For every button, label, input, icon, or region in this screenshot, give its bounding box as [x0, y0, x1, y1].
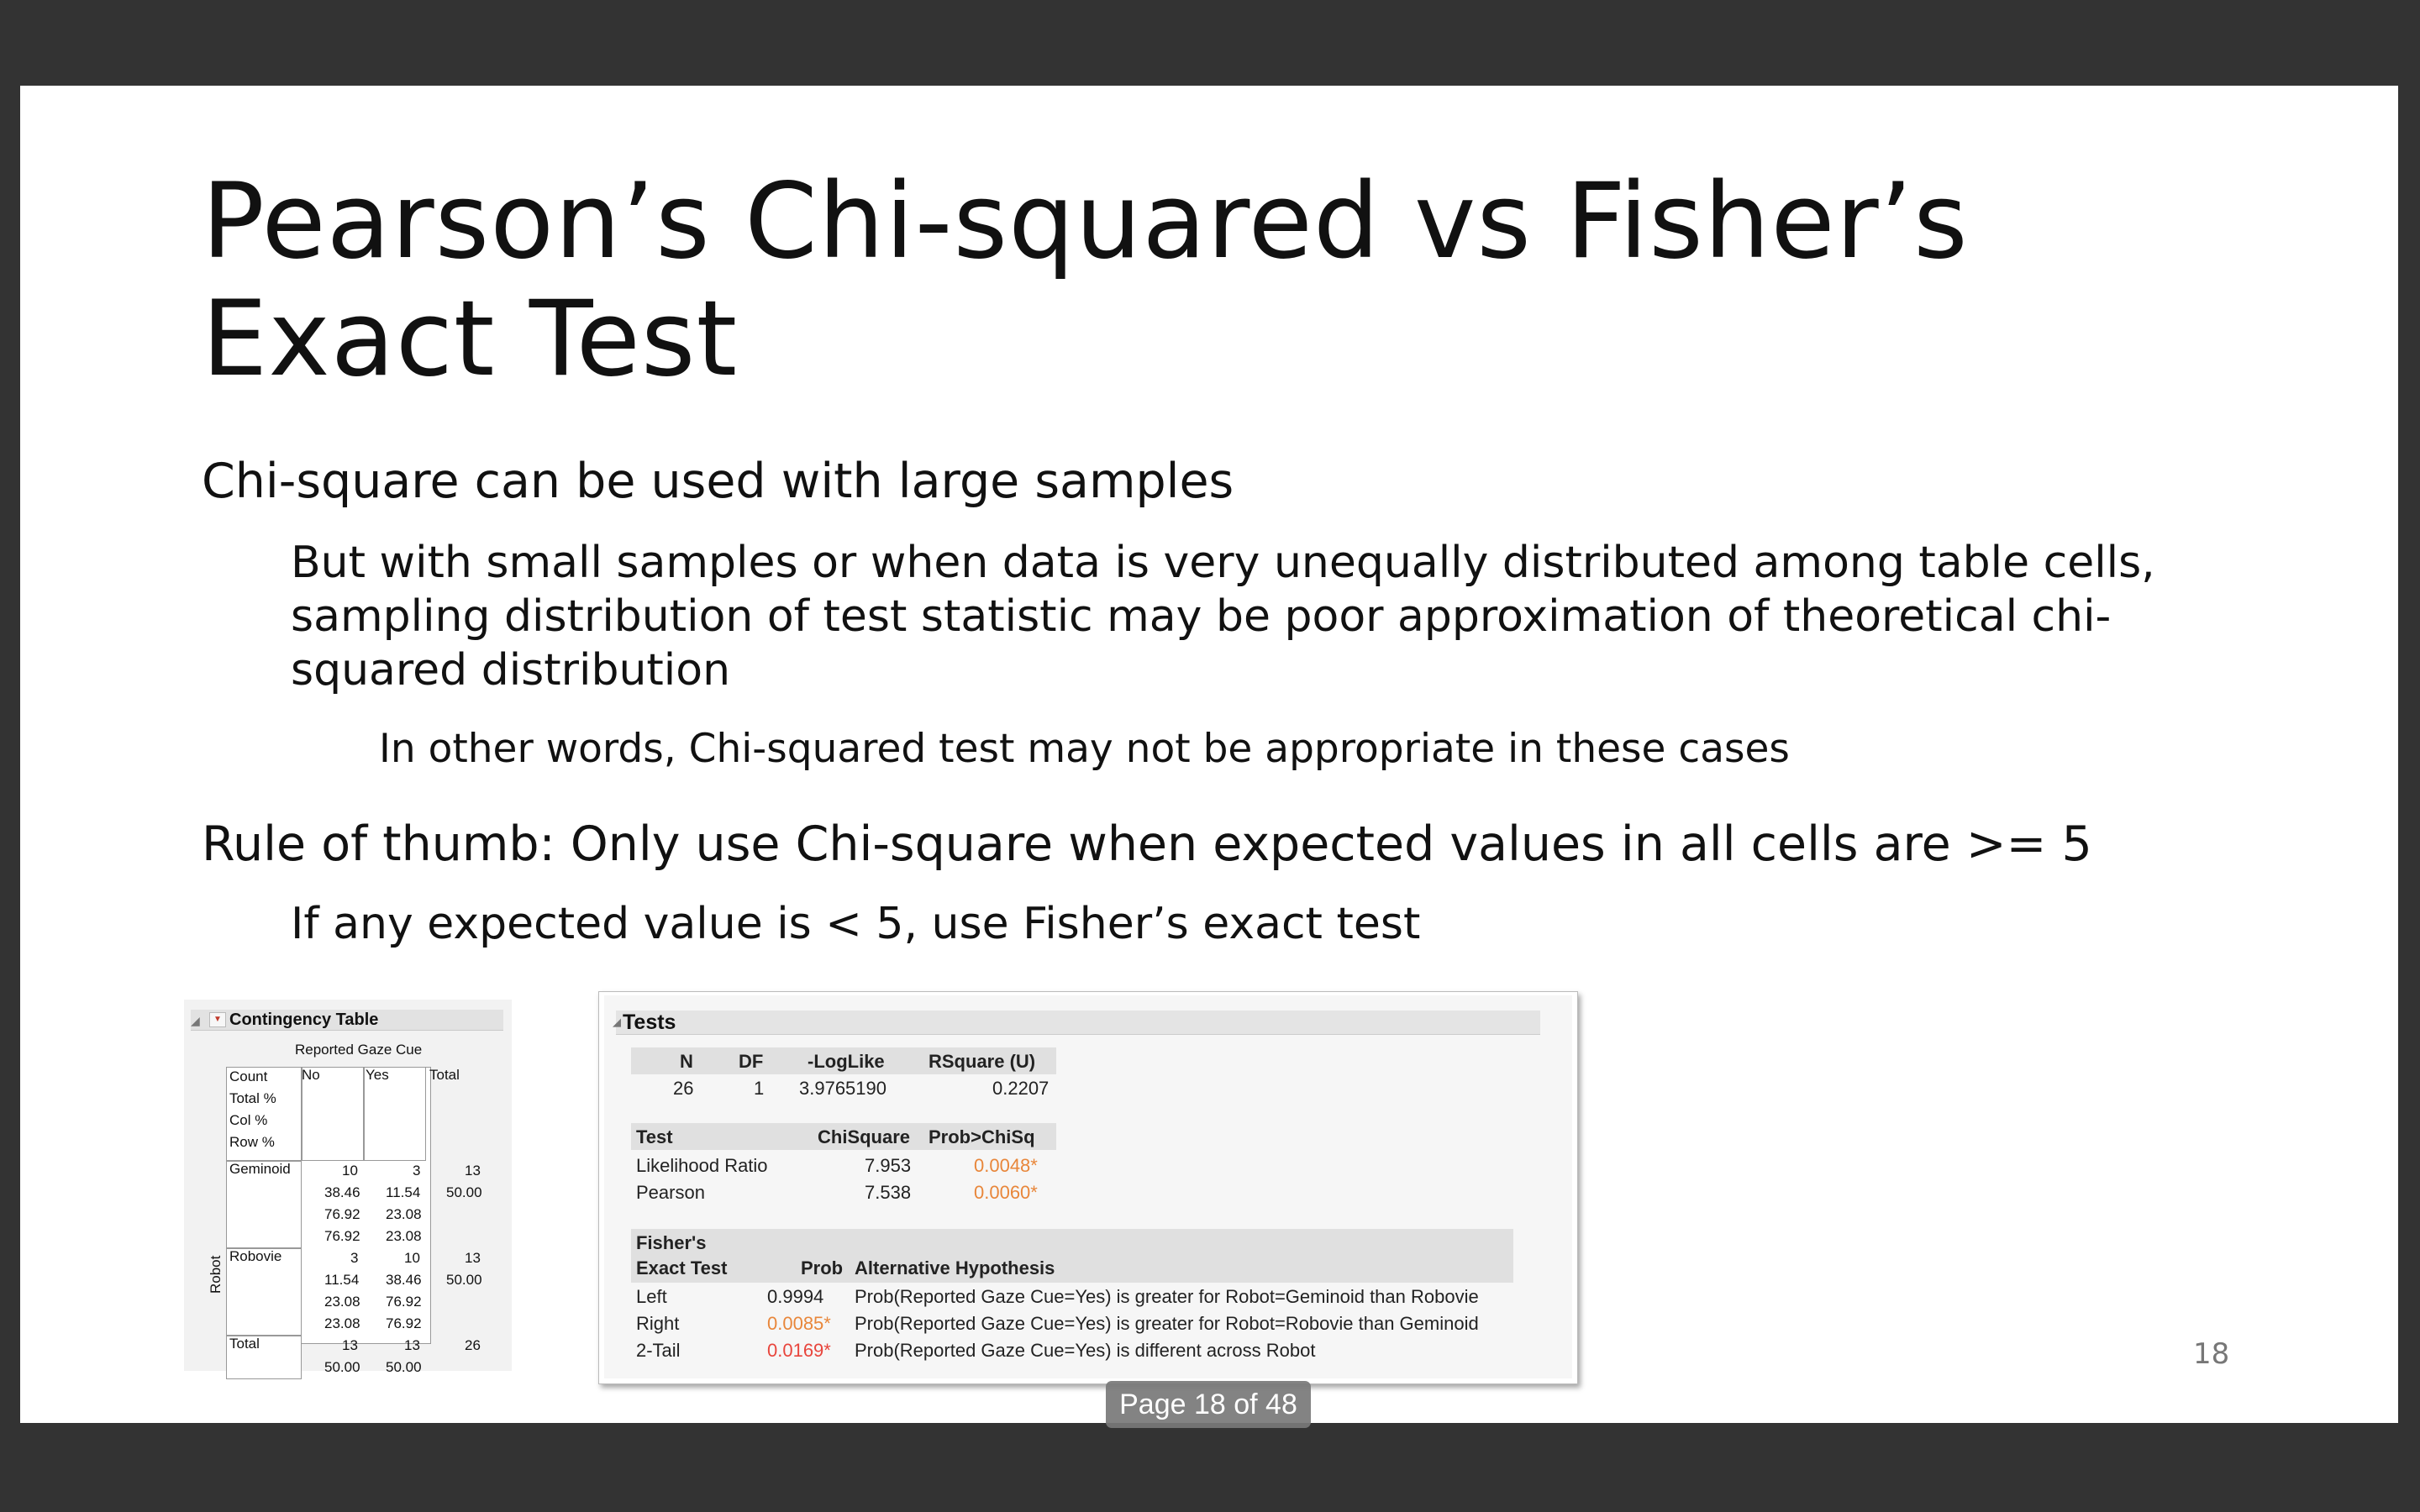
cell: 50.00	[446, 1184, 482, 1200]
summary-loglike-value: 3.9765190	[799, 1078, 886, 1099]
bullet-chi-square-large-samples: Chi-square can be used with large sample…	[202, 454, 1234, 509]
contingency-table-header: ◢ ▼ Contingency Table	[191, 1010, 503, 1031]
summary-header-df: DF	[739, 1051, 764, 1072]
cell: 10	[404, 1250, 420, 1266]
column-group-label: Reported Gaze Cue	[295, 1042, 423, 1058]
sub-bullet-fisher-exact: If any expected value is < 5, use Fisher…	[291, 899, 1421, 949]
summary-df-value: 1	[754, 1078, 765, 1099]
fisher-row-prob: 0.0085*	[767, 1313, 831, 1334]
legend-total-pct: Total %	[229, 1090, 276, 1106]
fisher-row-hypothesis: Prob(Reported Gaze Cue=Yes) is different…	[855, 1340, 1316, 1361]
summary-header-rsquare: RSquare (U)	[929, 1051, 1036, 1072]
chi-row-test: Likelihood Ratio	[636, 1155, 768, 1176]
summary-rsquare-value: 0.2207	[992, 1078, 1050, 1099]
cell: 50.00	[446, 1272, 482, 1288]
chi-header-test: Test	[636, 1126, 673, 1147]
fisher-row-prob: 0.9994	[767, 1286, 824, 1307]
summary-header-n: N	[680, 1051, 693, 1072]
cell: 76.92	[324, 1206, 360, 1222]
cell: 13	[465, 1250, 481, 1266]
cell: 23.08	[324, 1315, 360, 1331]
contingency-table-image: ◢ ▼ Contingency Table Reported Gaze Cue …	[184, 1000, 512, 1379]
chi-row-chisq: 7.538	[865, 1182, 912, 1203]
slide-number: 18	[2193, 1337, 2230, 1371]
fisher-header-prob: Prob	[801, 1257, 844, 1278]
cell: 13	[465, 1163, 481, 1179]
fisher-header-band	[631, 1229, 1513, 1283]
fisher-header-line-1: Fisher's	[636, 1232, 707, 1253]
cell: 10	[342, 1163, 358, 1179]
cell: 13	[404, 1337, 420, 1353]
sub-bullet-small-samples-line-3: squared distribution	[291, 645, 731, 696]
collapse-triangle-icon: ◢	[613, 1016, 621, 1028]
cell: 3	[413, 1163, 421, 1179]
sub-bullet-small-samples-line-1: But with small samples or when data is v…	[291, 538, 2155, 588]
tests-header: ◢ Tests	[613, 1011, 1540, 1035]
chi-row-prob: 0.0060*	[974, 1182, 1038, 1203]
row-label-robovie: Robovie	[229, 1248, 282, 1264]
sub-sub-bullet-in-other-words: In other words, Chi-squared test may not…	[379, 726, 1790, 772]
tests-report-image: ◢ Tests N DF -LogLike RSquare (U) 26 1 3…	[598, 991, 1578, 1384]
bullet-rule-of-thumb: Rule of thumb: Only use Chi-square when …	[202, 816, 2092, 872]
chi-row-test: Pearson	[636, 1182, 705, 1203]
summary-header-loglike: -LogLike	[808, 1051, 885, 1072]
cell: 11.54	[324, 1272, 360, 1288]
summary-n-value: 26	[673, 1078, 694, 1099]
cell: 23.08	[386, 1228, 422, 1244]
col-header-yes: Yes	[366, 1067, 389, 1083]
red-triangle-menu-icon: ▼	[209, 1012, 226, 1027]
fisher-header-alt-hypothesis: Alternative Hypothesis	[855, 1257, 1055, 1278]
fisher-row-hypothesis: Prob(Reported Gaze Cue=Yes) is greater f…	[855, 1313, 1479, 1334]
fisher-row-hypothesis: Prob(Reported Gaze Cue=Yes) is greater f…	[855, 1286, 1479, 1307]
cell: 76.92	[386, 1315, 422, 1331]
cell: 11.54	[386, 1184, 421, 1200]
legend-count: Count	[229, 1068, 268, 1084]
cell: 13	[342, 1337, 358, 1353]
cell: 76.92	[324, 1228, 360, 1244]
fisher-row-prob: 0.0169*	[767, 1340, 831, 1361]
collapse-triangle-icon: ◢	[191, 1014, 200, 1027]
row-label-geminoid: Geminoid	[229, 1161, 291, 1177]
cell: 50.00	[324, 1359, 360, 1375]
cell: 50.00	[386, 1359, 422, 1375]
fisher-row-test: Right	[636, 1313, 680, 1334]
row-group-label: Robot	[208, 1255, 224, 1294]
tests-title: Tests	[623, 1011, 676, 1034]
legend-row-pct: Row %	[229, 1134, 275, 1150]
slide-title-line-2: Exact Test	[202, 279, 739, 400]
cell: 3	[350, 1250, 359, 1266]
slide-title-line-1: Pearson’s Chi-squared vs Fisher’s	[202, 161, 1969, 282]
cell: 38.46	[324, 1184, 360, 1200]
fisher-row-test: 2-Tail	[636, 1340, 681, 1361]
chi-header-prob: Prob>ChiSq	[929, 1126, 1035, 1147]
fisher-header-exact-test: Exact Test	[636, 1257, 728, 1278]
page-indicator: Page 18 of 48	[1106, 1381, 1311, 1428]
row-label-total: Total	[229, 1336, 260, 1352]
chi-header-chisquare: ChiSquare	[818, 1126, 911, 1147]
cell: 23.08	[324, 1294, 360, 1310]
cell: 38.46	[386, 1272, 422, 1288]
col-header-no: No	[302, 1067, 320, 1083]
chi-row-prob: 0.0048*	[974, 1155, 1038, 1176]
cell: 26	[465, 1337, 481, 1353]
chi-row-chisq: 7.953	[865, 1155, 912, 1176]
cell: 76.92	[386, 1294, 422, 1310]
legend-col-pct: Col %	[229, 1112, 268, 1128]
sub-bullet-small-samples-line-2: sampling distribution of test statistic …	[291, 591, 2112, 642]
contingency-table-title: Contingency Table	[229, 1011, 379, 1029]
cell: 23.08	[386, 1206, 422, 1222]
col-header-total: Total	[429, 1067, 460, 1083]
tests-report-body: ◢ Tests N DF -LogLike RSquare (U) 26 1 3…	[604, 995, 1572, 1378]
fisher-row-test: Left	[636, 1286, 667, 1307]
slide: Pearson’s Chi-squared vs Fisher’s Exact …	[20, 86, 2398, 1423]
